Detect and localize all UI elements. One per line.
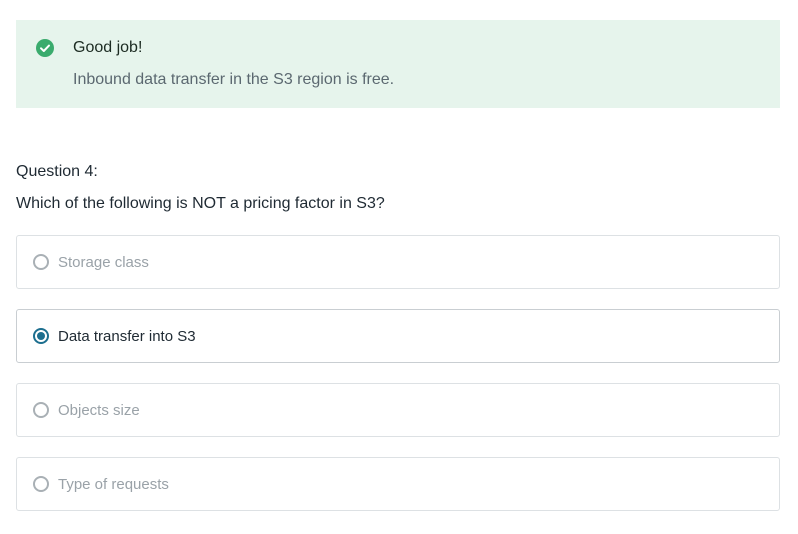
answer-option-label: Storage class <box>58 254 149 271</box>
feedback-title: Good job! <box>73 39 143 56</box>
answer-option-storage-class[interactable]: Storage class <box>16 235 780 289</box>
question-number: Question 4: <box>16 163 98 180</box>
radio-button[interactable] <box>33 402 49 418</box>
radio-button-selected[interactable] <box>33 328 49 344</box>
radio-button[interactable] <box>33 476 49 492</box>
check-circle-icon <box>36 39 54 57</box>
answer-option-label: Type of requests <box>58 476 169 493</box>
feedback-message: Inbound data transfer in the S3 region i… <box>73 71 395 88</box>
answer-option-type-of-requests[interactable]: Type of requests <box>16 457 780 511</box>
radio-button[interactable] <box>33 254 49 270</box>
answer-option-label: Data transfer into S3 <box>58 328 196 345</box>
answer-option-data-transfer[interactable]: Data transfer into S3 <box>16 309 780 363</box>
question-text: Which of the following is NOT a pricing … <box>16 195 385 212</box>
feedback-banner: Good job! Inbound data transfer in the S… <box>16 20 780 108</box>
answer-option-label: Objects size <box>58 402 140 419</box>
answer-option-objects-size[interactable]: Objects size <box>16 383 780 437</box>
